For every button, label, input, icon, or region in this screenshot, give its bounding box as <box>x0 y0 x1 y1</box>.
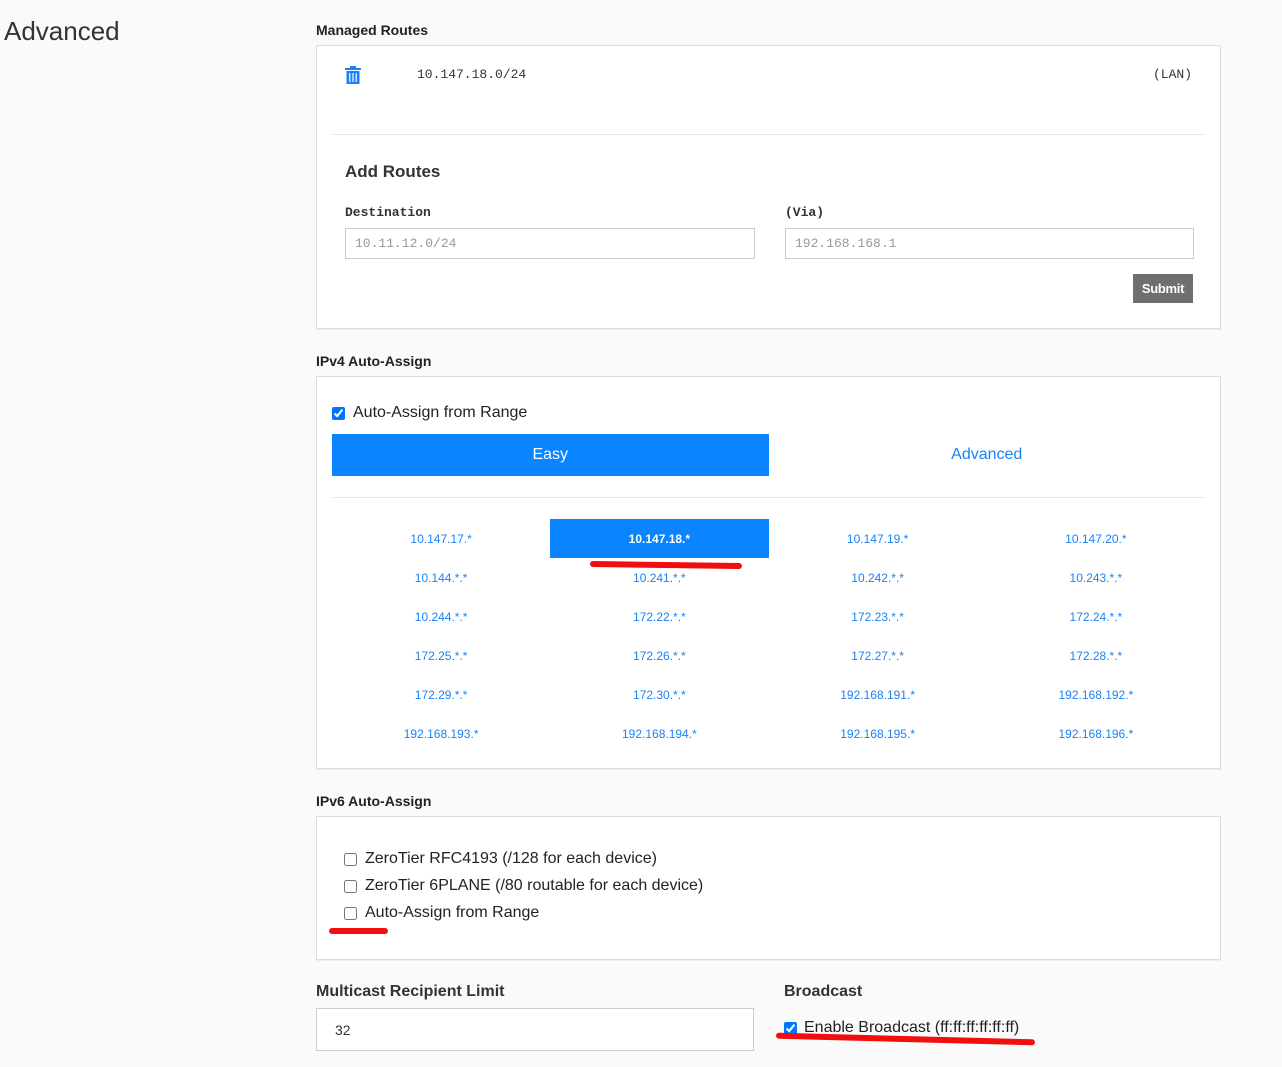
range-option[interactable]: 10.242.*.* <box>769 558 987 597</box>
range-option[interactable]: 10.147.20.* <box>987 519 1205 558</box>
broadcast-label: Broadcast <box>784 983 863 1000</box>
ipv6-6plane-option[interactable]: ZeroTier 6PLANE (/80 routable for each d… <box>344 877 703 895</box>
submit-button[interactable]: Submit <box>1133 274 1193 303</box>
route-row: 10.147.18.0/24 (LAN) <box>317 46 1220 106</box>
range-option[interactable]: 10.147.18.* <box>550 519 769 558</box>
range-option[interactable]: 10.144.*.* <box>332 558 550 597</box>
ipv6-rfc4193-option[interactable]: ZeroTier RFC4193 (/128 for each device) <box>344 850 657 868</box>
via-label: (Via) <box>785 205 825 220</box>
ipv4-label: IPv4 Auto-Assign <box>316 353 432 369</box>
range-option[interactable]: 172.28.*.* <box>987 636 1205 675</box>
range-option[interactable]: 172.23.*.* <box>769 597 987 636</box>
range-option[interactable]: 10.244.*.* <box>332 597 550 636</box>
ipv6-panel: ZeroTier RFC4193 (/128 for each device) … <box>316 816 1221 960</box>
range-option[interactable]: 10.243.*.* <box>987 558 1205 597</box>
divider <box>332 497 1205 498</box>
destination-label: Destination <box>345 205 431 220</box>
range-option[interactable]: 192.168.195.* <box>769 714 987 753</box>
ipv4-panel: Auto-Assign from Range Easy Advanced 10.… <box>316 376 1221 769</box>
range-option[interactable]: 172.25.*.* <box>332 636 550 675</box>
range-option[interactable]: 172.22.*.* <box>550 597 768 636</box>
route-destination: 10.147.18.0/24 <box>417 67 527 82</box>
range-option[interactable]: 172.27.*.* <box>769 636 987 675</box>
multicast-label: Multicast Recipient Limit <box>316 983 505 1000</box>
range-option[interactable]: 192.168.191.* <box>769 675 987 714</box>
tab-advanced[interactable]: Advanced <box>768 434 1205 476</box>
ipv6-label: IPv6 Auto-Assign <box>316 793 432 809</box>
via-input[interactable] <box>785 228 1194 259</box>
ipv6-rfc4193-label: ZeroTier RFC4193 (/128 for each device) <box>365 850 657 867</box>
range-option[interactable]: 192.168.194.* <box>550 714 768 753</box>
multicast-limit-input[interactable] <box>316 1008 754 1051</box>
ipv4-auto-assign-option[interactable]: Auto-Assign from Range <box>332 404 527 422</box>
ipv4-mode-tabs: Easy Advanced <box>332 434 1205 476</box>
ipv6-auto-assign-label: Auto-Assign from Range <box>365 904 540 921</box>
range-option[interactable]: 10.147.19.* <box>769 519 987 558</box>
divider <box>332 134 1205 135</box>
range-option[interactable]: 172.30.*.* <box>550 675 768 714</box>
range-option[interactable]: 10.147.17.* <box>332 519 550 558</box>
range-option[interactable]: 172.29.*.* <box>332 675 550 714</box>
ipv6-rfc4193-checkbox[interactable] <box>344 852 357 866</box>
ipv4-range-grid: 10.147.17.* 10.147.18.* 10.147.19.* 10.147.… <box>332 519 1205 753</box>
destination-input[interactable] <box>345 228 755 259</box>
add-routes-title: Add Routes <box>345 162 441 181</box>
trash-icon[interactable] <box>345 66 361 84</box>
annotation-underline <box>329 928 388 934</box>
range-option[interactable]: 172.24.*.* <box>987 597 1205 636</box>
ipv6-auto-assign-checkbox[interactable] <box>344 906 357 920</box>
managed-routes-label: Managed Routes <box>316 22 429 38</box>
ipv4-auto-assign-label: Auto-Assign from Range <box>353 404 528 421</box>
route-via: (LAN) <box>1152 67 1192 82</box>
page-title: Advanced <box>4 16 120 46</box>
tab-easy[interactable]: Easy <box>332 434 769 476</box>
range-option[interactable]: 192.168.193.* <box>332 714 550 753</box>
ipv6-6plane-label: ZeroTier 6PLANE (/80 routable for each d… <box>365 877 704 894</box>
range-option[interactable]: 172.26.*.* <box>550 636 768 675</box>
ipv6-auto-assign-option[interactable]: Auto-Assign from Range <box>344 904 539 922</box>
ipv4-auto-assign-checkbox[interactable] <box>332 406 345 420</box>
range-option[interactable]: 192.168.192.* <box>987 675 1205 714</box>
managed-routes-panel: 10.147.18.0/24 (LAN) Add Routes Destinat… <box>316 45 1221 329</box>
range-option[interactable]: 192.168.196.* <box>987 714 1205 753</box>
ipv6-6plane-checkbox[interactable] <box>344 879 357 893</box>
